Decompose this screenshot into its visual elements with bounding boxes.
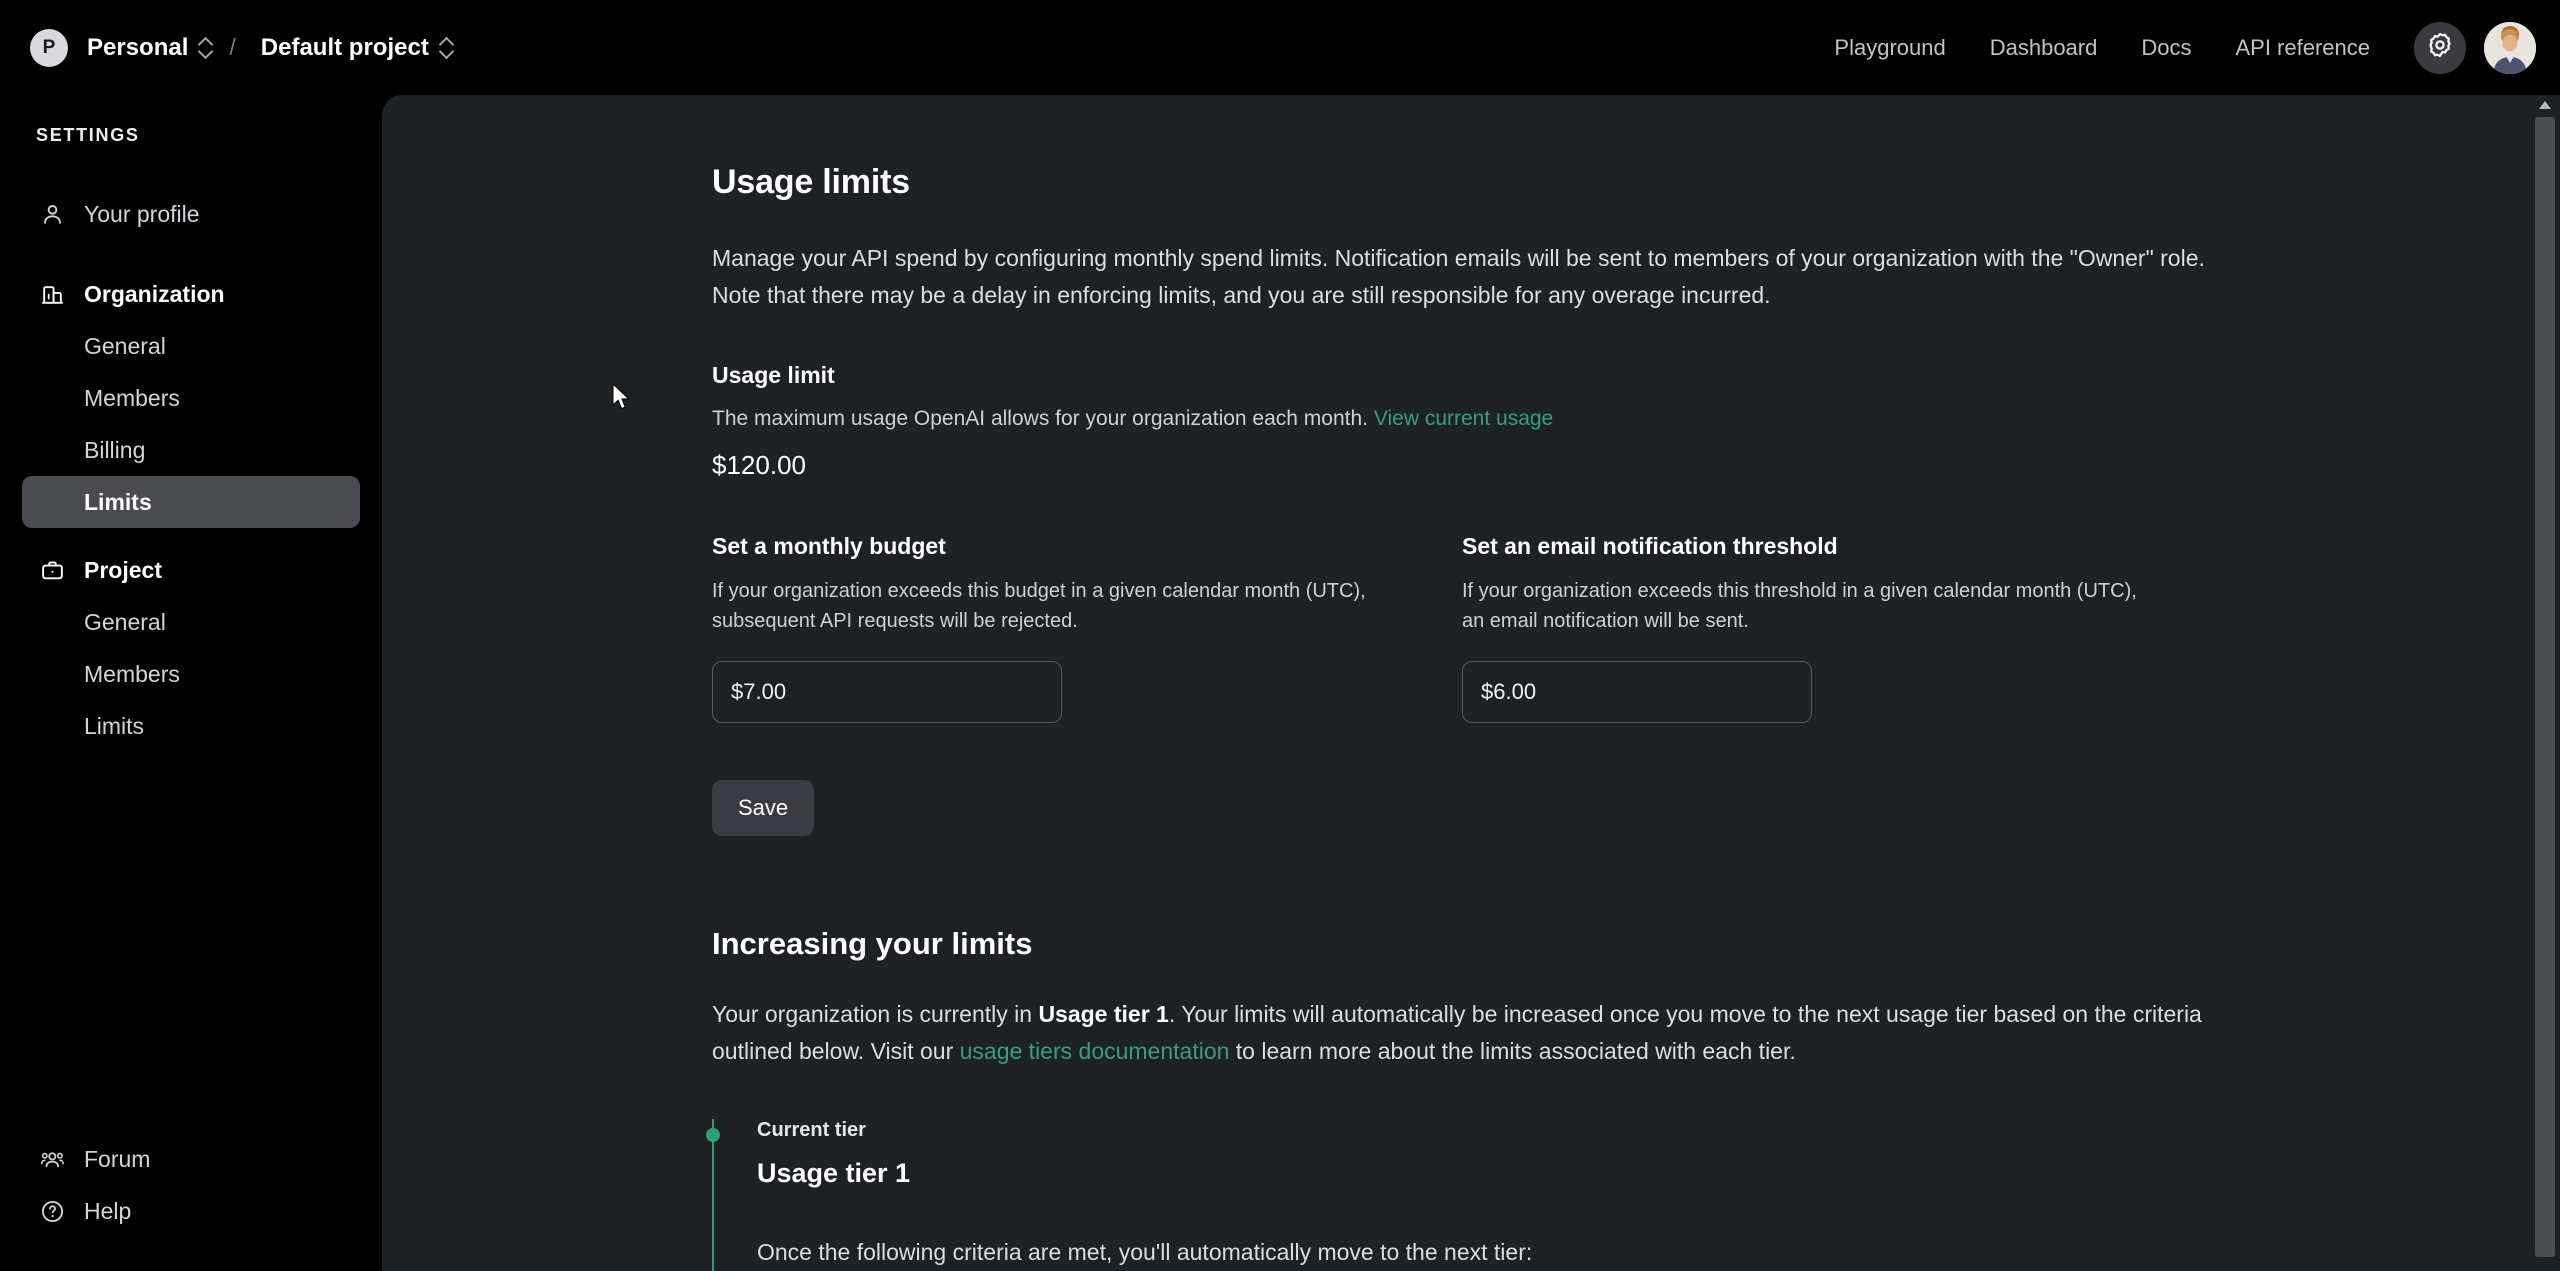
usage-tiers-documentation-link[interactable]: usage tiers documentation <box>960 1038 1230 1064</box>
chevron-updown-icon <box>440 35 455 61</box>
chevron-updown-icon <box>199 35 214 61</box>
sidebar-footer: Forum Help <box>0 1133 382 1237</box>
email-threshold-field-group: Set an email notification threshold If y… <box>1462 533 2212 723</box>
increasing-body-part1: Your organization is currently in <box>712 1001 1039 1027</box>
sidebar-item-org-members[interactable]: Members <box>22 372 360 424</box>
settings-scroll-area: Usage limits Manage your API spend by co… <box>382 95 2530 1271</box>
project-name-label: Default project <box>260 33 429 61</box>
sidebar-item-label: General <box>84 608 166 635</box>
sidebar-group-project[interactable]: Project <box>22 544 360 596</box>
sidebar-group-organization[interactable]: Organization <box>22 268 360 320</box>
current-tier-intro: Once the following criteria are met, you… <box>757 1238 1533 1265</box>
usage-limit-amount: $120.00 <box>712 450 806 480</box>
sidebar-item-label: Project <box>84 556 162 583</box>
breadcrumb: P Personal / Default project <box>30 0 464 95</box>
increasing-body-tier: Usage tier 1 <box>1038 1001 1169 1027</box>
sidebar-item-label: Your profile <box>84 200 200 227</box>
sidebar: SETTINGS Your profile Organization Gener… <box>0 95 382 1271</box>
save-button[interactable]: Save <box>712 780 815 836</box>
page-title: Usage limits <box>712 163 910 201</box>
main-content-panel: Usage limits Manage your API spend by co… <box>382 95 2560 1271</box>
monthly-budget-input[interactable] <box>712 661 1062 723</box>
page-description: Manage your API spend by configuring mon… <box>712 245 2205 309</box>
sidebar-item-project-members[interactable]: Members <box>22 648 360 700</box>
increasing-body-part3: to learn more about the limits associate… <box>1229 1038 1796 1065</box>
nav-link-playground[interactable]: Playground <box>1812 25 1967 71</box>
top-navigation: Playground Dashboard Docs API reference <box>1812 0 2536 95</box>
sidebar-item-your-profile[interactable]: Your profile <box>22 188 360 240</box>
sidebar-item-org-billing[interactable]: Billing <box>22 424 360 476</box>
nav-link-dashboard[interactable]: Dashboard <box>1968 25 2120 71</box>
sidebar-item-label: Forum <box>84 1145 151 1172</box>
nav-link-api-reference[interactable]: API reference <box>2213 25 2392 71</box>
scroll-up-arrow-icon[interactable] <box>2539 101 2551 109</box>
sidebar-item-org-general[interactable]: General <box>22 320 360 372</box>
limits-form: Set a monthly budget If your organizatio… <box>712 533 2212 723</box>
org-selector[interactable]: Personal <box>78 27 223 69</box>
gear-icon <box>2426 31 2454 64</box>
sidebar-item-forum[interactable]: Forum <box>22 1133 360 1185</box>
nav-link-docs[interactable]: Docs <box>2119 25 2213 71</box>
people-icon <box>39 1146 65 1172</box>
scrollbar-thumb[interactable] <box>2535 117 2555 1257</box>
email-threshold-description: If your organization exceeds this thresh… <box>1462 580 2137 633</box>
monthly-budget-label: Set a monthly budget <box>712 533 946 559</box>
sidebar-item-help[interactable]: Help <box>22 1185 360 1237</box>
sidebar-item-label: Organization <box>84 280 225 307</box>
sidebar-item-label: Members <box>84 660 180 687</box>
question-circle-icon <box>39 1198 65 1224</box>
sidebar-item-label: Members <box>84 384 180 411</box>
email-threshold-label: Set an email notification threshold <box>1462 533 1838 559</box>
project-selector[interactable]: Default project <box>252 27 464 69</box>
email-threshold-input[interactable] <box>1462 661 1812 723</box>
current-tier-block: Current tier Usage tier 1 Once the follo… <box>706 1118 2212 1271</box>
settings-button[interactable] <box>2414 21 2466 74</box>
current-tier-kicker: Current tier <box>757 1118 866 1141</box>
top-bar: P Personal / Default project Playground … <box>0 0 2560 95</box>
sidebar-item-label: General <box>84 332 166 359</box>
vertical-scrollbar[interactable] <box>2530 95 2560 1271</box>
sidebar-item-project-limits[interactable]: Limits <box>22 700 360 752</box>
view-current-usage-link[interactable]: View current usage <box>1374 407 1553 430</box>
sidebar-item-label: Billing <box>84 436 146 463</box>
sidebar-item-label: Limits <box>84 712 145 739</box>
usage-limit-description: The maximum usage OpenAI allows for your… <box>712 403 2212 435</box>
monthly-budget-description: If your organization exceeds this budget… <box>712 580 1366 633</box>
org-avatar: P <box>30 28 68 67</box>
sidebar-item-org-limits[interactable]: Limits <box>22 476 360 528</box>
sidebar-item-label: Limits <box>84 488 152 515</box>
sidebar-title: SETTINGS <box>36 125 140 145</box>
usage-limit-description-text: The maximum usage OpenAI allows for your… <box>712 406 1368 430</box>
monthly-budget-field-group: Set a monthly budget If your organizatio… <box>712 533 1462 723</box>
building-icon <box>39 281 65 307</box>
increasing-limits-title: Increasing your limits <box>712 926 1033 961</box>
current-tier-name: Usage tier 1 <box>757 1157 911 1188</box>
usage-limit-heading: Usage limit <box>712 361 835 388</box>
sidebar-item-label: Help <box>84 1197 132 1224</box>
breadcrumb-separator: / <box>229 34 236 60</box>
user-avatar-photo <box>2484 21 2536 74</box>
current-tier-dot-icon <box>706 1127 720 1142</box>
increasing-limits-body: Your organization is currently in Usage … <box>712 996 2207 1071</box>
org-name-label: Personal <box>87 33 189 61</box>
sidebar-item-project-general[interactable]: General <box>22 596 360 648</box>
avatar[interactable] <box>2484 21 2536 74</box>
briefcase-icon <box>39 557 65 583</box>
person-icon <box>39 201 65 227</box>
